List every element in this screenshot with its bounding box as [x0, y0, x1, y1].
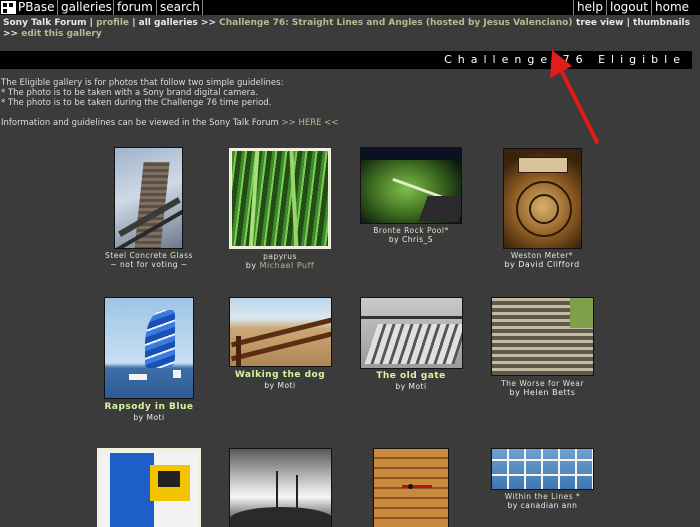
photo-author: by Moti [133, 413, 165, 422]
breadcrumb-separator: | [89, 18, 93, 28]
nav-separator [202, 0, 203, 15]
description-line: * The photo is to be taken during the Ch… [1, 98, 272, 108]
photo-author-line: by Michael Puff [245, 261, 315, 270]
photo-thumbnail[interactable] [373, 448, 449, 527]
photo-thumbnail[interactable] [491, 448, 594, 490]
red-arrow-annotation [550, 50, 599, 144]
photo-thumbnail[interactable] [491, 297, 594, 376]
photo-title[interactable]: Bronte Rock Pool* [340, 226, 482, 235]
gallery-description: The Eligible gallery is for photos that … [1, 78, 338, 128]
photo-thumbnail[interactable] [229, 297, 332, 367]
nav-home[interactable]: home [655, 0, 689, 15]
nav-separator [606, 0, 607, 15]
photo-thumbnail[interactable] [503, 148, 582, 249]
photo-author: by Moti [395, 382, 427, 391]
photo-author: by canadian ann [507, 501, 578, 510]
nav-separator [573, 0, 574, 15]
nav-search[interactable]: search [160, 0, 200, 15]
breadcrumb-arrow: >> [200, 18, 217, 28]
photo-title[interactable]: Steel Concrete Glass [88, 251, 210, 260]
photo-thumbnail[interactable] [229, 148, 331, 249]
here-link[interactable]: >> HERE << [282, 118, 339, 128]
nav-help[interactable]: help [577, 0, 603, 15]
view-switcher: tree view | thumbnails [576, 18, 690, 29]
breadcrumb-gallery[interactable]: Challenge 76: Straight Lines and Angles … [219, 18, 572, 28]
description-line: * The photo is to be taken with a Sony b… [1, 88, 259, 98]
photo-author: by Moti [264, 381, 296, 390]
photo-title[interactable]: Walking the dog [221, 370, 339, 381]
description-line: Information and guidelines can be viewed… [1, 118, 339, 128]
tree-view-link[interactable]: tree view [576, 18, 623, 28]
photo-title[interactable]: The old gate [351, 371, 471, 382]
nav-galleries[interactable]: galleries [61, 0, 112, 15]
photo-thumbnail[interactable] [104, 297, 194, 399]
nav-separator [57, 0, 58, 15]
breadcrumb-profile[interactable]: profile [96, 18, 129, 28]
nav-separator [651, 0, 652, 15]
photo-title[interactable]: papyrus [229, 252, 331, 261]
nav-logout[interactable]: logout [610, 0, 648, 15]
photo-title[interactable]: The Worse for Wear [473, 379, 612, 388]
photo-thumbnail[interactable] [360, 297, 463, 369]
nav-forum[interactable]: forum [117, 0, 153, 15]
view-separator: | [626, 18, 630, 28]
breadcrumb: Sony Talk Forum | profile | all gallerie… [3, 18, 583, 40]
photo-title[interactable]: Rapsody in Blue [82, 402, 216, 413]
nav-pbase-home[interactable]: PBase [18, 0, 54, 15]
description-line: The Eligible gallery is for photos that … [1, 78, 284, 88]
photo-author: by Helen Betts [509, 388, 576, 397]
nav-separator [156, 0, 157, 15]
breadcrumb-separator: | [132, 18, 136, 28]
photo-thumbnail[interactable] [229, 448, 332, 527]
edit-gallery-link[interactable]: edit this gallery [21, 29, 101, 39]
photo-author: by Chris_S [388, 235, 434, 244]
photo-thumbnail[interactable] [360, 147, 462, 224]
photo-author: ~ not for voting ~ [110, 260, 188, 269]
photo-thumbnail[interactable] [97, 448, 201, 527]
breadcrumb-all-galleries[interactable]: all galleries [139, 18, 198, 28]
breadcrumb-owner[interactable]: Sony Talk Forum [3, 18, 87, 28]
pbase-logo-icon[interactable] [1, 1, 16, 14]
breadcrumb-arrow: >> [3, 29, 19, 39]
top-nav-bar: PBase galleries forum search help logout… [0, 0, 700, 15]
photo-author-link[interactable]: Michael Puff [260, 261, 315, 270]
thumbnails-link[interactable]: thumbnails [633, 18, 690, 28]
nav-separator [113, 0, 114, 15]
photo-thumbnail[interactable] [114, 147, 183, 249]
photo-author: by David Clifford [504, 260, 580, 269]
photo-title[interactable]: Weston Meter* [480, 251, 604, 260]
photo-title[interactable]: Within the Lines * [474, 492, 611, 501]
